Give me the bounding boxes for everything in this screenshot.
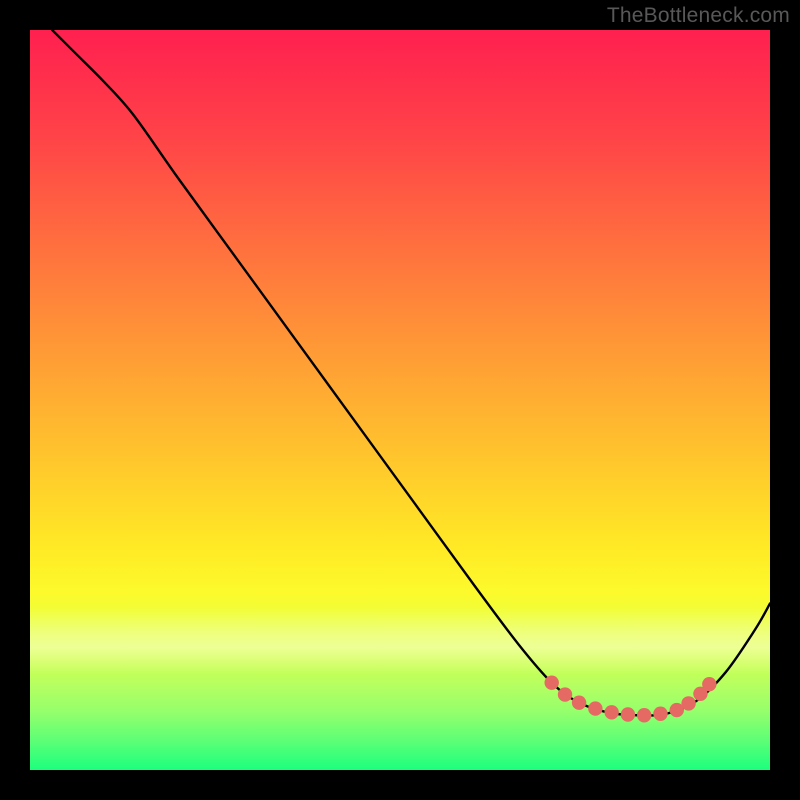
best-fit-dot xyxy=(702,677,716,691)
best-fit-dot xyxy=(653,707,667,721)
plot-area xyxy=(30,30,770,770)
best-fit-dots xyxy=(30,30,770,770)
best-fit-dot xyxy=(637,708,651,722)
best-fit-dot xyxy=(604,705,618,719)
best-fit-dot xyxy=(588,701,602,715)
watermark-text: TheBottleneck.com xyxy=(607,4,790,28)
best-fit-dot xyxy=(558,687,572,701)
best-fit-dot xyxy=(621,707,635,721)
best-fit-dot xyxy=(545,675,559,689)
chart-stage: TheBottleneck.com xyxy=(0,0,800,800)
best-fit-dot xyxy=(572,695,586,709)
best-fit-dot xyxy=(681,696,695,710)
